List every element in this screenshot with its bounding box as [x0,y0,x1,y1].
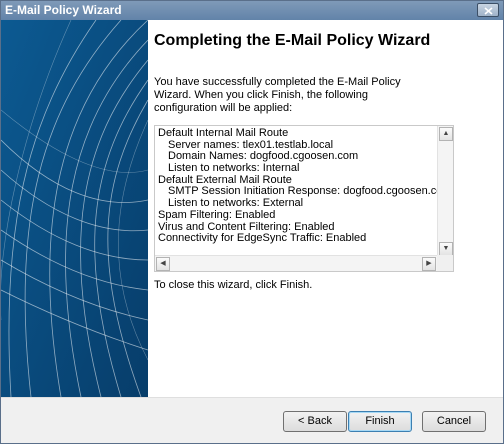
close-button[interactable] [477,3,499,17]
scroll-corner [437,255,453,271]
closing-instruction: To close this wizard, click Finish. [154,279,313,291]
scroll-right-button[interactable]: ▶ [422,257,436,271]
intro-text: You have successfully completed the E-Ma… [154,76,401,114]
close-icon [484,7,493,15]
window-title: E-Mail Policy Wizard [5,3,122,17]
wizard-banner [1,20,148,397]
summary-line: Connectivity for EdgeSync Traffic: Enabl… [158,232,367,245]
scroll-left-button[interactable]: ◀ [156,257,170,271]
button-bar: < Back Finish Cancel [1,397,503,443]
title-bar: E-Mail Policy Wizard [1,1,503,20]
cancel-button[interactable]: Cancel [422,411,486,432]
horizontal-scrollbar[interactable]: ◀ ▶ [155,255,437,271]
scroll-up-button[interactable]: ▲ [439,127,453,141]
page-title: Completing the E-Mail Policy Wizard [154,32,431,49]
banner-swirl-graphic [1,20,148,397]
scroll-down-button[interactable]: ▼ [439,242,453,256]
summary-line: Spam Filtering: Enabled [158,208,276,221]
finish-button[interactable]: Finish [348,411,412,432]
summary-line: Default Internal Mail Route [158,128,289,139]
summary-line: Listen to networks: Internal [168,162,300,175]
configuration-summary[interactable]: Default Internal Mail Route Server names:… [154,125,454,272]
wizard-content: Completing the E-Mail Policy Wizard You … [148,20,503,397]
wizard-window: E-Mail Policy Wizard Completing the E-Ma… [0,0,504,444]
back-button[interactable]: < Back [283,411,347,432]
summary-text: Default Internal Mail Route Server names:… [158,128,440,254]
vertical-scrollbar[interactable]: ▲ ▼ [437,126,453,257]
